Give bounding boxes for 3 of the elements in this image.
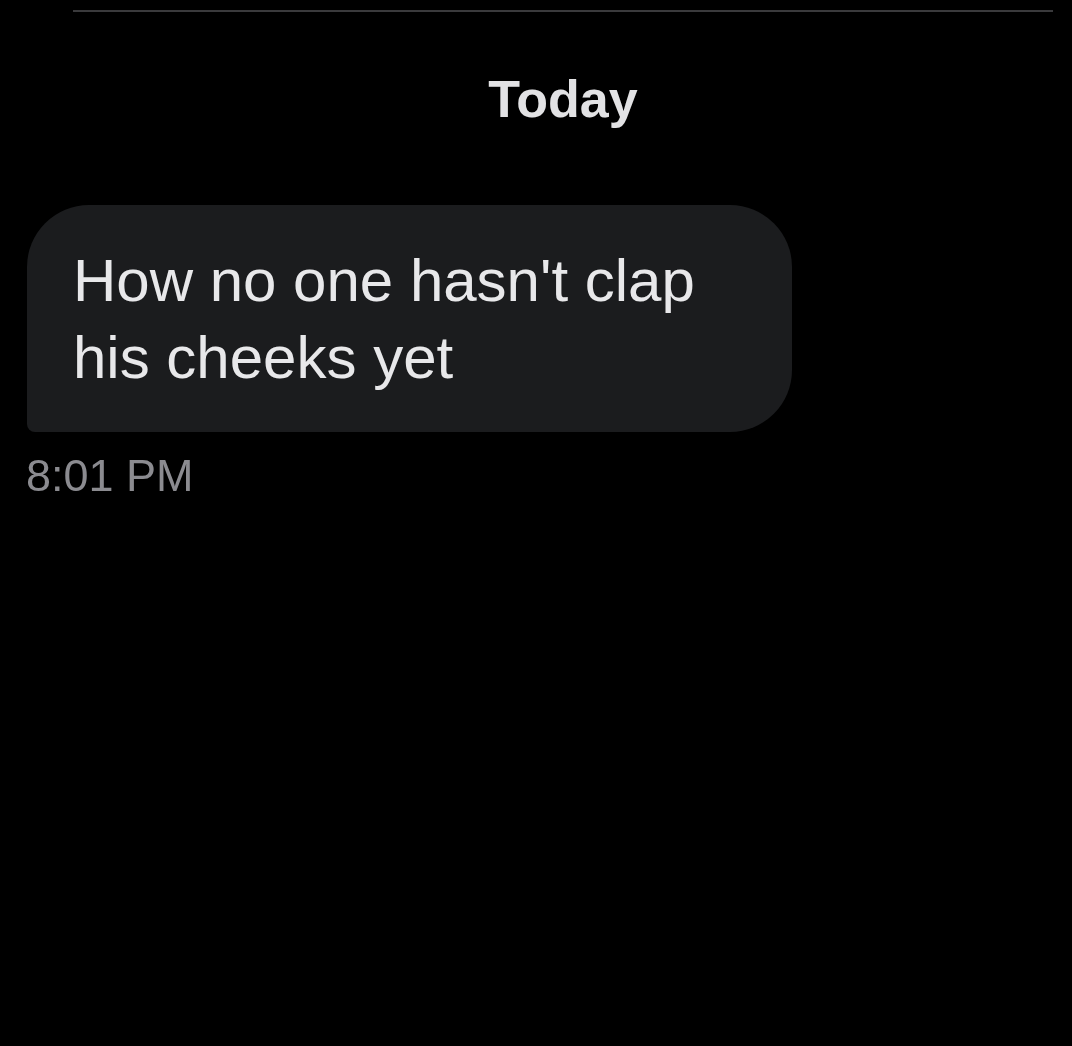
date-header: Today (488, 69, 638, 129)
message-time: 8:01 PM (26, 450, 194, 502)
message-bubble: How no one hasn't clap his cheeks yet (27, 205, 792, 432)
